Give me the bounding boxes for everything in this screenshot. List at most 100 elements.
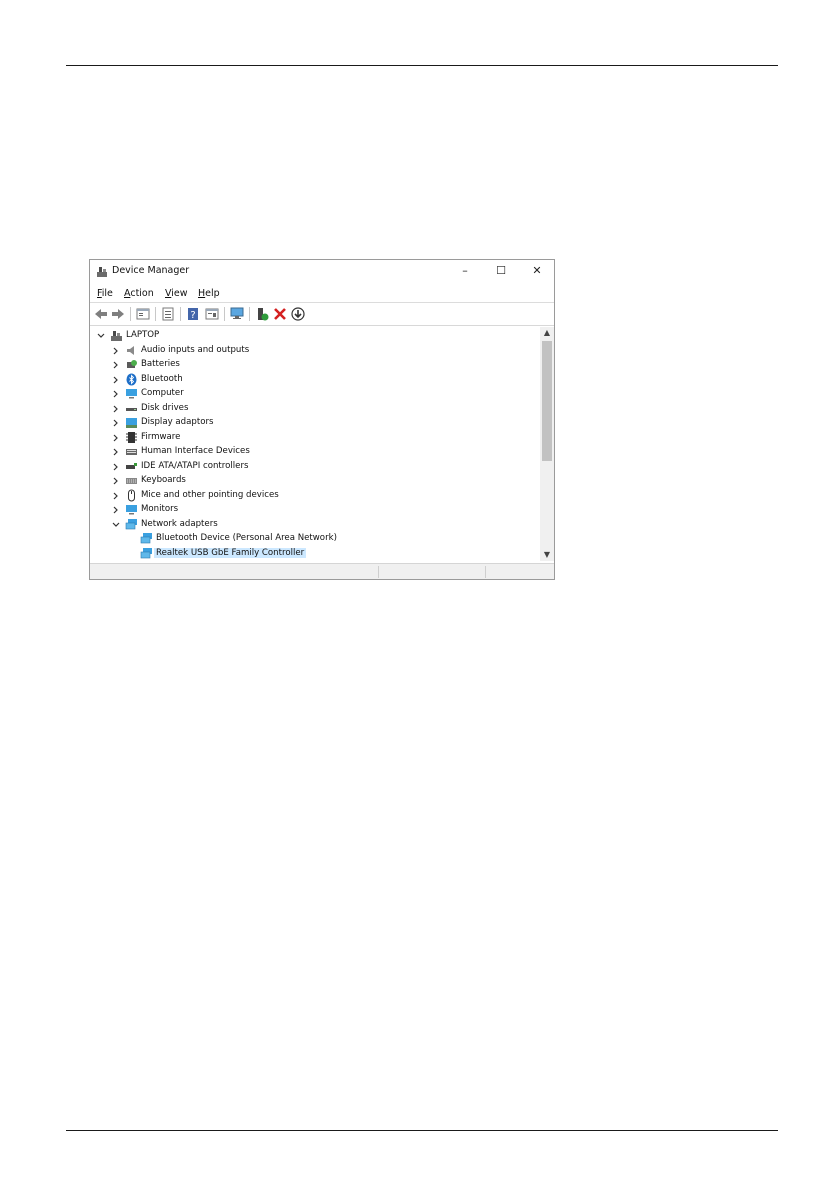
show-hide-console-tree-icon[interactable] — [135, 306, 151, 322]
maximize-button[interactable]: ☐ — [488, 263, 514, 279]
chevron-right-icon[interactable] — [111, 504, 121, 516]
page-top-rule — [66, 65, 778, 66]
tree-item-label: Display adaptors — [141, 417, 214, 427]
status-bar-divider — [378, 566, 379, 578]
chip-icon — [126, 431, 137, 443]
tree-item-label: Keyboards — [141, 475, 186, 485]
scrollbar-thumb[interactable] — [542, 341, 552, 461]
forward-icon[interactable] — [110, 306, 126, 322]
tree-item-label: Firmware — [141, 431, 181, 442]
tree-root[interactable]: LAPTOP — [91, 329, 540, 343]
svg-text:?: ? — [190, 310, 195, 321]
window-title: Device Manager — [112, 265, 190, 276]
toolbar-separator — [249, 307, 250, 321]
chevron-right-icon[interactable] — [111, 359, 121, 371]
tree-item-label: IDE ATA/ATAPI controllers — [141, 460, 249, 471]
monitor-icon — [126, 389, 137, 399]
minimize-button[interactable]: – — [452, 263, 478, 279]
chevron-right-icon[interactable] — [111, 403, 121, 415]
chevron-right-icon[interactable] — [111, 432, 121, 444]
chevron-right-icon[interactable] — [111, 446, 121, 458]
menu-view[interactable]: View — [165, 288, 188, 299]
menu-file[interactable]: File — [97, 288, 113, 299]
tree-item-mice[interactable]: Mice and other pointing devices — [91, 489, 540, 503]
device-manager-icon — [97, 267, 107, 277]
tree-item-hid[interactable]: Human Interface Devices — [91, 445, 540, 459]
tree-item-label: Audio inputs and outputs — [141, 344, 250, 355]
chevron-down-icon[interactable] — [96, 330, 106, 342]
scan-hardware-icon[interactable] — [229, 306, 245, 322]
chevron-right-icon[interactable] — [111, 388, 121, 400]
device-tree[interactable]: LAPTOP Audio inputs and outputs Batterie… — [91, 327, 540, 561]
tree-item-label: Batteries — [141, 359, 180, 369]
tree-item-audio[interactable]: Audio inputs and outputs — [91, 344, 540, 358]
network-adapter-icon — [140, 533, 152, 544]
uninstall-icon[interactable] — [272, 306, 288, 322]
hid-icon — [126, 449, 137, 455]
network-adapter-icon — [125, 518, 137, 529]
tree-item-keyboards[interactable]: Keyboards — [91, 474, 540, 488]
page-bottom-rule — [66, 1130, 778, 1131]
tree-item-bluetooth-pan[interactable]: Bluetooth Device (Personal Area Network) — [91, 532, 540, 546]
tree-item-label: Human Interface Devices — [141, 446, 250, 456]
scroll-up-button[interactable]: ▲ — [540, 327, 554, 339]
view-icon[interactable] — [204, 306, 220, 322]
toolbar-divider — [90, 325, 554, 326]
toolbar-separator — [130, 307, 131, 321]
scroll-down-button[interactable]: ▼ — [540, 549, 554, 561]
keyboard-icon — [126, 478, 137, 484]
download-icon[interactable] — [290, 306, 306, 322]
tree-item-bluetooth[interactable]: Bluetooth — [91, 373, 540, 387]
tree-item-label: Disk drives — [141, 402, 189, 413]
menu-action[interactable]: Action — [124, 288, 154, 299]
tree-item-display-adaptors[interactable]: Display adaptors — [91, 416, 540, 430]
tree-item-firmware[interactable]: Firmware — [91, 431, 540, 445]
tree-root-label: LAPTOP — [126, 330, 160, 340]
battery-icon — [127, 360, 137, 368]
tree-item-realtek-usb[interactable]: Realtek USB GbE Family Controller — [91, 547, 540, 561]
tree-item-label: Bluetooth — [141, 373, 183, 384]
menu-bar: File Action View Help — [90, 285, 554, 302]
back-icon[interactable] — [93, 306, 109, 322]
tree-item-label: Mice and other pointing devices — [141, 489, 279, 500]
help-icon[interactable]: ? — [185, 306, 201, 322]
chevron-right-icon[interactable] — [111, 345, 121, 357]
chevron-right-icon[interactable] — [111, 417, 121, 429]
status-bar-divider — [485, 566, 486, 578]
title-bar[interactable]: Device Manager – ☐ ✕ — [90, 260, 554, 283]
bluetooth-icon — [126, 373, 137, 385]
tree-item-label: Realtek USB GbE Family Controller — [154, 547, 307, 558]
tree-item-network-adapters[interactable]: Network adapters — [91, 518, 540, 532]
device-manager-window: Device Manager – ☐ ✕ File Action View He… — [89, 259, 555, 580]
tree-item-disk-drives[interactable]: Disk drives — [91, 402, 540, 416]
toolbar-separator — [180, 307, 181, 321]
menu-help[interactable]: Help — [198, 288, 220, 299]
status-bar — [90, 563, 554, 579]
mouse-icon — [128, 489, 135, 501]
tree-item-monitors[interactable]: Monitors — [91, 503, 540, 517]
update-driver-icon[interactable] — [254, 306, 270, 322]
tree-item-label: Bluetooth Device (Personal Area Network) — [156, 533, 337, 543]
chevron-right-icon[interactable] — [111, 374, 121, 386]
tree-item-label: Computer — [141, 388, 184, 398]
chevron-right-icon[interactable] — [111, 490, 121, 502]
toolbar: ? — [90, 303, 554, 325]
chevron-down-icon[interactable] — [111, 519, 121, 531]
tree-item-computer[interactable]: Computer — [91, 387, 540, 401]
tree-item-batteries[interactable]: Batteries — [91, 358, 540, 372]
tree-item-label: Network adapters — [141, 518, 218, 529]
computer-tree-icon — [111, 331, 122, 341]
disk-drive-icon — [126, 407, 137, 411]
chevron-right-icon[interactable] — [111, 461, 121, 473]
close-button[interactable]: ✕ — [524, 263, 550, 279]
display-adaptor-icon — [126, 418, 137, 428]
tree-item-ide[interactable]: IDE ATA/ATAPI controllers — [91, 460, 540, 474]
monitor-icon — [126, 505, 137, 515]
toolbar-separator — [155, 307, 156, 321]
network-adapter-icon — [140, 547, 152, 558]
vertical-scrollbar[interactable]: ▲ ▼ — [540, 327, 554, 561]
chevron-right-icon[interactable] — [111, 475, 121, 487]
speaker-icon — [127, 345, 134, 355]
properties-icon[interactable] — [160, 306, 176, 322]
ide-controller-icon — [126, 462, 137, 469]
